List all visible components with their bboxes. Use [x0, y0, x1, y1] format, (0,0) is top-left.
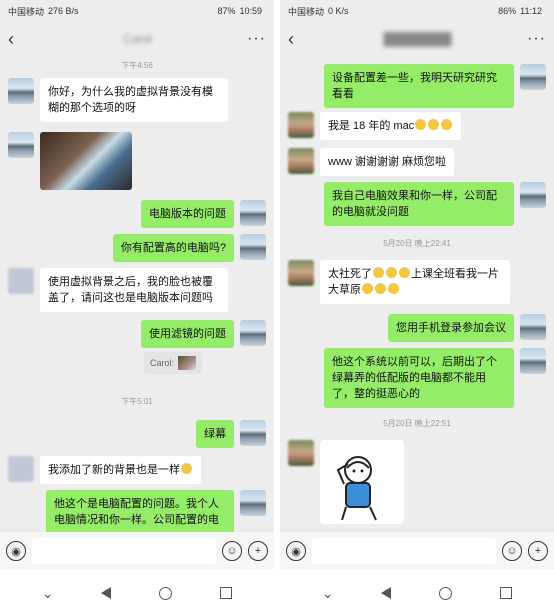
incoming-message-text: 我是 18 年的 mac: [328, 120, 415, 132]
sticker-message[interactable]: [320, 440, 404, 524]
emoji-icon: [388, 283, 399, 294]
message-input[interactable]: [32, 538, 216, 564]
sticker-image: [336, 456, 377, 521]
emoji-icon: [375, 283, 386, 294]
avatar[interactable]: [520, 314, 546, 340]
avatar[interactable]: [288, 148, 314, 174]
left-phone-screen: 中国移动 276 B/s 87% 10:59 ‹ Carol ··· 下午4:5…: [0, 0, 274, 616]
outgoing-message[interactable]: 电脑版本的问题: [141, 200, 234, 228]
battery-level: 86%: [498, 6, 517, 16]
emoji-icon: [399, 267, 410, 278]
back-icon[interactable]: ‹: [8, 29, 28, 50]
outgoing-message[interactable]: 您用手机登录参加会议: [388, 314, 514, 342]
avatar[interactable]: [240, 200, 266, 226]
avatar[interactable]: [240, 420, 266, 446]
message-list: 下午4:56 你好，为什么我的虚拟背景没有模糊的那个选项的呀 电脑版本的问题 你…: [0, 54, 274, 532]
avatar[interactable]: [520, 64, 546, 90]
nav-back-icon[interactable]: [101, 587, 112, 599]
plus-icon[interactable]: +: [528, 541, 548, 561]
outgoing-message[interactable]: 我自己电脑效果和你一样，公司配的电脑就没问题: [324, 182, 514, 226]
contact-name: ████████: [383, 32, 452, 46]
nav-back-icon[interactable]: [381, 587, 392, 599]
outgoing-message[interactable]: 你有配置高的电脑吗?: [112, 234, 234, 262]
system-navigation-bar: ⌄: [0, 570, 274, 616]
message-list: 设备配置差一些，我明天研究研究看看 我是 18 年的 mac www 谢谢谢谢 …: [280, 54, 554, 532]
emoji-icon: [441, 119, 453, 130]
nav-recents-icon[interactable]: [220, 587, 233, 599]
avatar[interactable]: [8, 132, 34, 158]
emoji-icon: [386, 267, 397, 278]
back-icon[interactable]: ‹: [288, 29, 308, 50]
input-bar: ◉ ☺ +: [280, 532, 554, 570]
emoji-icon: [415, 119, 427, 130]
incoming-message[interactable]: www 谢谢谢谢 麻烦您啦: [320, 148, 454, 176]
voice-icon[interactable]: ◉: [286, 541, 306, 561]
emoji-icon: [362, 283, 373, 294]
incoming-message[interactable]: 使用虚拟背景之后，我的脸也被覆盖了，请问这也是电脑版本问题吗: [40, 268, 228, 312]
voice-icon[interactable]: ◉: [6, 541, 26, 561]
avatar[interactable]: [8, 78, 34, 104]
chat-header: ‹ Carol ···: [0, 24, 274, 54]
quote-author: Carol:: [149, 358, 174, 368]
carrier-label: 中国移动: [8, 6, 45, 17]
incoming-message[interactable]: 我是 18 年的 mac: [320, 112, 462, 140]
chevron-down-icon[interactable]: ⌄: [42, 585, 54, 602]
more-options-icon[interactable]: ···: [527, 30, 546, 48]
data-rate: 0 K/s: [328, 6, 349, 16]
nav-home-icon[interactable]: [159, 586, 173, 600]
avatar[interactable]: [240, 234, 266, 260]
nav-recents-icon[interactable]: [500, 587, 513, 599]
nav-home-icon[interactable]: [439, 586, 453, 600]
emoji-icon: [373, 267, 384, 278]
chat-header: ‹ ████████ ···: [280, 24, 554, 54]
outgoing-message[interactable]: 设备配置差一些，我明天研究研究看看: [324, 64, 514, 108]
avatar[interactable]: [240, 320, 266, 346]
avatar[interactable]: [520, 182, 546, 208]
emoji-icon: [181, 463, 192, 474]
more-options-icon[interactable]: ···: [247, 30, 266, 48]
avatar[interactable]: [520, 348, 546, 374]
plus-icon[interactable]: +: [248, 541, 268, 561]
input-bar: ◉ ☺ +: [0, 532, 274, 570]
outgoing-message[interactable]: 他这个系统以前可以，后期出了个绿幕弄的低配版的电脑都不能用了，整的挺恶心的: [324, 348, 514, 408]
emoji-icon: [428, 119, 440, 130]
emoji-icon[interactable]: ☺: [222, 541, 242, 561]
timestamp: 下午4:56: [121, 61, 153, 70]
right-phone-screen: 中国移动 0 K/s 86% 11:12 ‹ ████████ ··· 设备配置…: [280, 0, 554, 616]
timestamp: 5月20日 晚上22:41: [383, 239, 451, 248]
battery-level: 87%: [217, 6, 236, 16]
image-message[interactable]: [40, 132, 132, 190]
avatar[interactable]: [288, 260, 314, 286]
incoming-message[interactable]: 我添加了新的背景也是一样: [40, 456, 201, 484]
data-rate: 276 B/s: [48, 6, 79, 16]
avatar[interactable]: [288, 440, 314, 466]
carrier-label: 中国移动: [288, 6, 325, 17]
clock: 11:12: [520, 6, 542, 16]
incoming-message-text: 我添加了新的背景也是一样: [48, 464, 180, 476]
emoji-icon[interactable]: ☺: [502, 541, 522, 561]
message-input[interactable]: [312, 538, 496, 564]
outgoing-message[interactable]: 他这个是电脑配置的问题。我个人电脑情况和你一样。公司配置的电: [46, 490, 234, 532]
timestamp: 5月20日 晚上22:51: [383, 419, 451, 428]
clock: 10:59: [239, 6, 262, 16]
status-bar: 中国移动 0 K/s 86% 11:12: [280, 0, 554, 22]
contact-name: Carol: [123, 32, 152, 46]
outgoing-message[interactable]: 使用滤镜的问题: [141, 320, 234, 348]
chevron-down-icon[interactable]: ⌄: [322, 585, 334, 602]
timestamp: 下午5:01: [121, 397, 153, 406]
incoming-message[interactable]: 你好，为什么我的虚拟背景没有模糊的那个选项的呀: [40, 78, 228, 122]
avatar[interactable]: [240, 490, 266, 516]
quoted-reply[interactable]: Carol:: [143, 352, 202, 374]
incoming-message[interactable]: 太社死了 上课全班看我一片大草原: [320, 260, 510, 304]
system-navigation-bar: ⌄: [280, 570, 554, 616]
outgoing-message[interactable]: 绿幕: [196, 420, 234, 448]
avatar[interactable]: [8, 268, 34, 294]
quote-thumbnail: [178, 356, 196, 370]
avatar[interactable]: [8, 456, 34, 482]
avatar[interactable]: [288, 112, 314, 138]
status-bar: 中国移动 276 B/s 87% 10:59: [0, 0, 274, 22]
incoming-message-text: 太社死了: [328, 268, 372, 280]
